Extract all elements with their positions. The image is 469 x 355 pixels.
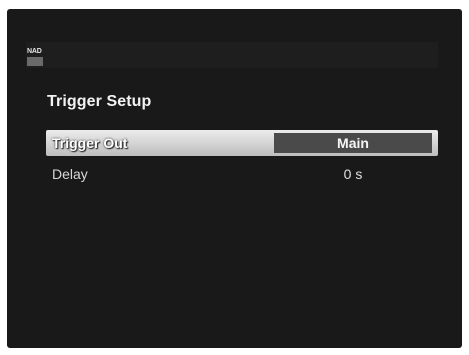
- page-title: Trigger Setup: [47, 93, 152, 110]
- menu-item-delay[interactable]: Delay 0 s: [46, 160, 438, 186]
- header-bar: [26, 42, 438, 68]
- delay-value[interactable]: 0 s: [274, 166, 432, 182]
- menu-item-trigger-out[interactable]: Trigger Out Main: [46, 130, 438, 156]
- logo-block: [27, 57, 43, 66]
- tv-screen: NAD Trigger Setup Trigger Out Main Delay…: [7, 9, 462, 348]
- nad-logo: NAD: [27, 48, 45, 68]
- menu-item-label: Trigger Out: [52, 135, 128, 151]
- menu-item-label: Delay: [52, 166, 88, 182]
- logo-text: NAD: [27, 48, 42, 55]
- trigger-out-value[interactable]: Main: [274, 133, 432, 153]
